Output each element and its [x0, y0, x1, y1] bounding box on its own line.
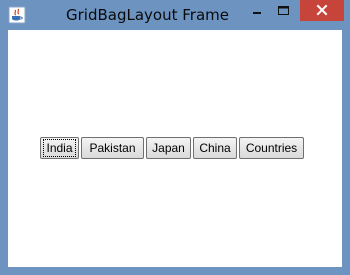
china-button-label: China — [199, 141, 231, 155]
china-button[interactable]: China — [193, 137, 237, 159]
india-button-label: India — [43, 139, 76, 157]
pakistan-button[interactable]: Pakistan — [81, 137, 144, 159]
button-row: India Pakistan Japan China Countries — [40, 137, 304, 159]
maximize-button[interactable] — [270, 0, 297, 21]
india-button[interactable]: India — [40, 137, 79, 159]
japan-button-label: Japan — [152, 141, 185, 155]
close-icon — [316, 4, 328, 16]
content-pane: India Pakistan Japan China Countries — [8, 30, 342, 267]
pakistan-button-label: Pakistan — [89, 141, 136, 155]
maximize-icon — [278, 6, 289, 15]
countries-button[interactable]: Countries — [239, 137, 304, 159]
minimize-icon — [253, 12, 261, 14]
title-bar[interactable]: GridBagLayout Frame — [0, 0, 350, 30]
java-icon[interactable] — [8, 6, 26, 24]
window-title: GridBagLayout Frame — [66, 6, 229, 24]
close-button[interactable] — [300, 0, 344, 21]
application-window: GridBagLayout Frame India Pakistan Japan… — [0, 0, 350, 275]
minimize-button[interactable] — [244, 0, 270, 21]
countries-button-label: Countries — [245, 141, 298, 155]
japan-button[interactable]: Japan — [146, 137, 191, 159]
